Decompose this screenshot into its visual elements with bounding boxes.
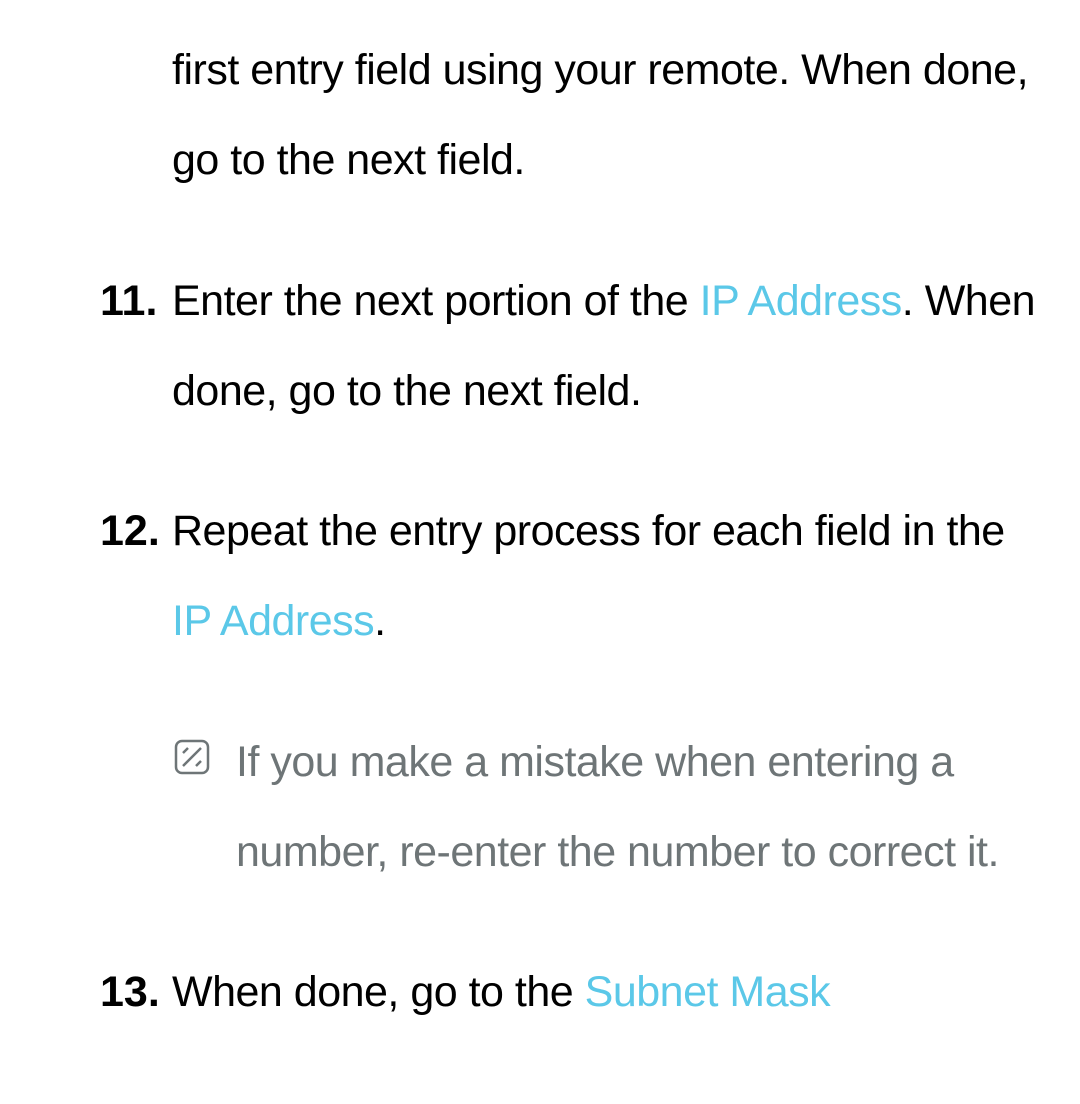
note-icon [172, 717, 236, 782]
step-content: Enter the next portion of the IP Address… [172, 256, 1040, 437]
highlight-subnet-mask: Subnet Mask [585, 968, 830, 1016]
step-13: 13. When done, go to the Subnet Mask [100, 947, 1040, 1037]
step-number: 12. [100, 507, 172, 556]
step-number: 11. [100, 277, 172, 326]
step-text-pre: When done, go to the [172, 968, 585, 1016]
highlight-ip-address: IP Address [700, 277, 902, 325]
highlight-ip-address: IP Address [172, 597, 374, 645]
step-text-pre: Repeat the entry process for each field … [172, 507, 1005, 555]
step-text-pre: Enter the next portion of the [172, 277, 700, 325]
note-block: If you make a mistake when entering a nu… [100, 717, 1040, 898]
step-11: 11. Enter the next portion of the IP Add… [100, 256, 1040, 437]
step-text-fragment: first entry field using your remote. Whe… [172, 25, 1040, 206]
step-fragment-top: first entry field using your remote. Whe… [100, 25, 1040, 206]
step-content: Repeat the entry process for each field … [172, 486, 1040, 667]
note-text: If you make a mistake when entering a nu… [236, 717, 1040, 898]
step-12: 12. Repeat the entry process for each fi… [100, 486, 1040, 667]
step-number: 13. [100, 968, 172, 1017]
step-text-post: . [374, 597, 385, 645]
step-content: When done, go to the Subnet Mask [172, 947, 830, 1037]
